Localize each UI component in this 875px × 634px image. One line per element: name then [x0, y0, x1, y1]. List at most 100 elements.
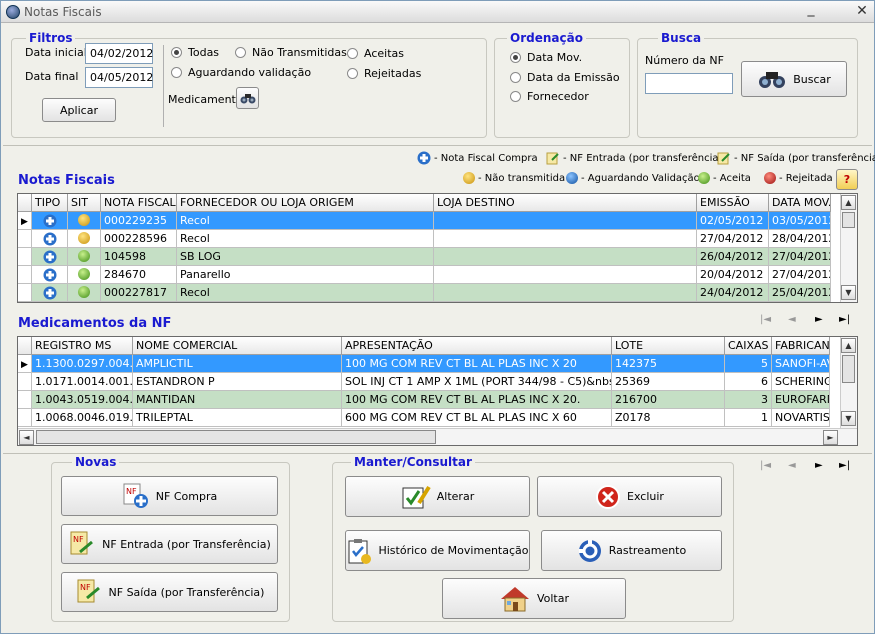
med-nav-first[interactable]: |◄ [760, 314, 771, 325]
nav-next[interactable]: ► [815, 460, 823, 471]
green-status-icon [698, 172, 710, 184]
medicamento-label: Medicamento [168, 93, 243, 106]
col-header-emissao[interactable]: EMISSÃO [697, 194, 769, 212]
row-indicator [18, 230, 32, 248]
col-header-nota-fiscal[interactable]: NOTA FISCAL [101, 194, 177, 212]
scroll-right-button[interactable]: ► [823, 430, 838, 445]
fornecedor-cell: Recol [177, 284, 434, 302]
medicamento-search-button[interactable] [236, 87, 259, 109]
col-header-lote[interactable]: LOTE [612, 337, 725, 355]
scroll-thumb[interactable] [842, 212, 855, 228]
radio-aceitas-label: Aceitas [364, 47, 404, 60]
data-final-field[interactable]: 04/05/2012 [85, 67, 153, 88]
col-header-caixas[interactable]: CAIXAS [725, 337, 772, 355]
novas-legend: Novas [72, 455, 120, 469]
help-button[interactable]: ? [836, 169, 858, 190]
excluir-button[interactable]: Excluir [537, 476, 722, 517]
binoculars-icon [240, 94, 255, 104]
notas-grid: TIPO SIT NOTA FISCAL FORNECEDOR OU LOJA ORI… [17, 193, 858, 303]
scroll-left-button[interactable]: ◄ [19, 430, 34, 445]
notas-vscroll[interactable]: ▲ ▼ [840, 194, 857, 302]
hscroll-thumb[interactable] [36, 430, 436, 444]
col-header-fabricante[interactable]: FABRICANTE [772, 337, 830, 355]
caixas-cell: 5 [725, 355, 772, 373]
data-mov-cell: 28/04/2012 [769, 230, 831, 248]
radio-data-emissao[interactable] [510, 72, 521, 83]
voltar-button[interactable]: Voltar [442, 578, 626, 619]
col-header-sit[interactable]: SIT [68, 194, 101, 212]
data-mov-cell: 27/04/2012 [769, 248, 831, 266]
nav-last[interactable]: ►| [839, 460, 850, 471]
main-window: Notas Fiscais _ ✕ Filtros Data inicial 0… [0, 0, 875, 634]
scroll-up-button[interactable]: ▲ [841, 195, 856, 210]
legend-aceita-label: - Aceita [713, 172, 751, 184]
legend-nao-transmitida-label: - Não transmitida [478, 172, 566, 184]
col-header-data-mov[interactable]: DATA MOV. [769, 194, 831, 212]
buscar-button[interactable]: Buscar [741, 61, 847, 97]
sit-cell [68, 212, 101, 230]
manter-legend: Manter/Consultar [351, 455, 475, 469]
nota-cell: 000227817 [101, 284, 177, 302]
minimize-button[interactable]: _ [801, 1, 821, 19]
data-final-label: Data final [25, 70, 79, 83]
nf-saida-label: NF Saída (por Transferência) [108, 585, 265, 599]
fabricante-cell: EUROFARMA [772, 391, 830, 409]
lote-cell: 25369 [612, 373, 725, 391]
tipo-cell [32, 248, 68, 266]
col-header-nome-comercial[interactable]: NOME COMERCIAL [133, 337, 342, 355]
legend-rejeitada-label: - Rejeitada [779, 172, 833, 184]
nav-prev[interactable]: ◄ [788, 460, 796, 471]
col-header-tipo[interactable]: TIPO [32, 194, 68, 212]
col-header-apresentacao[interactable]: APRESENTAÇÃO [342, 337, 612, 355]
col-header-loja-destino[interactable]: LOJA DESTINO [434, 194, 697, 212]
delete-icon [596, 484, 621, 509]
med-nav-last[interactable]: ►| [839, 314, 850, 325]
data-inicial-field[interactable]: 04/02/2012 [85, 43, 153, 64]
tipo-cell [32, 230, 68, 248]
scroll-thumb[interactable] [842, 355, 855, 383]
med-nav-prev[interactable]: ◄ [788, 314, 796, 325]
emissao-cell: 02/05/2012 [697, 212, 769, 230]
alterar-button[interactable]: Alterar [345, 476, 530, 517]
nf-entrada-label: NF Entrada (por Transferência) [102, 537, 271, 551]
scroll-down-button[interactable]: ▼ [841, 411, 856, 426]
legend-nf-saida-label: - NF Saída (por transferência) [734, 152, 875, 164]
med-hscroll[interactable]: ◄ ► [18, 428, 857, 445]
radio-aceitas[interactable] [347, 48, 358, 59]
med-nav-next[interactable]: ► [815, 314, 823, 325]
scroll-down-button[interactable]: ▼ [841, 285, 856, 300]
aplicar-button[interactable]: Aplicar [42, 98, 116, 122]
row-indicator [18, 284, 32, 302]
rastreamento-button[interactable]: Rastreamento [541, 530, 722, 571]
scroll-up-button[interactable]: ▲ [841, 338, 856, 353]
emissao-cell: 26/04/2012 [697, 248, 769, 266]
col-header-registro-ms[interactable]: REGISTRO MS [32, 337, 133, 355]
destino-cell [434, 248, 697, 266]
legend-nf-entrada-label: - NF Entrada (por transferência) [563, 152, 723, 164]
nf-compra-icon [43, 232, 56, 246]
row-indicator [18, 266, 32, 284]
status-icon [78, 214, 90, 226]
filtros-legend: Filtros [26, 31, 76, 45]
nf-entrada-icon [546, 152, 559, 165]
col-header-fornecedor[interactable]: FORNECEDOR OU LOJA ORIGEM [177, 194, 434, 212]
radio-fornecedor[interactable] [510, 91, 521, 102]
close-button[interactable]: ✕ [852, 3, 872, 21]
nota-cell: 284670 [101, 266, 177, 284]
legend-rejeitada: - Rejeitada [764, 172, 833, 184]
radio-data-mov[interactable] [510, 52, 521, 63]
nf-compra-button[interactable]: NF NF Compra [61, 476, 278, 516]
radio-rejeitadas[interactable] [347, 68, 358, 79]
numero-nf-input[interactable] [645, 73, 733, 94]
radio-todas[interactable] [171, 47, 182, 58]
nf-saida-button[interactable]: NF NF Saída (por Transferência) [61, 572, 278, 612]
radio-aguardando[interactable] [171, 67, 182, 78]
nf-entrada-button[interactable]: NF NF Entrada (por Transferência) [61, 524, 278, 564]
nav-first[interactable]: |◄ [760, 460, 771, 471]
med-vscroll[interactable]: ▲ ▼ [840, 337, 857, 428]
fornecedor-cell: Recol [177, 212, 434, 230]
busca-legend: Busca [658, 31, 705, 45]
tipo-cell [32, 284, 68, 302]
historico-button[interactable]: Histórico de Movimentação [345, 530, 530, 571]
radio-nao-transmitidas[interactable] [235, 47, 246, 58]
